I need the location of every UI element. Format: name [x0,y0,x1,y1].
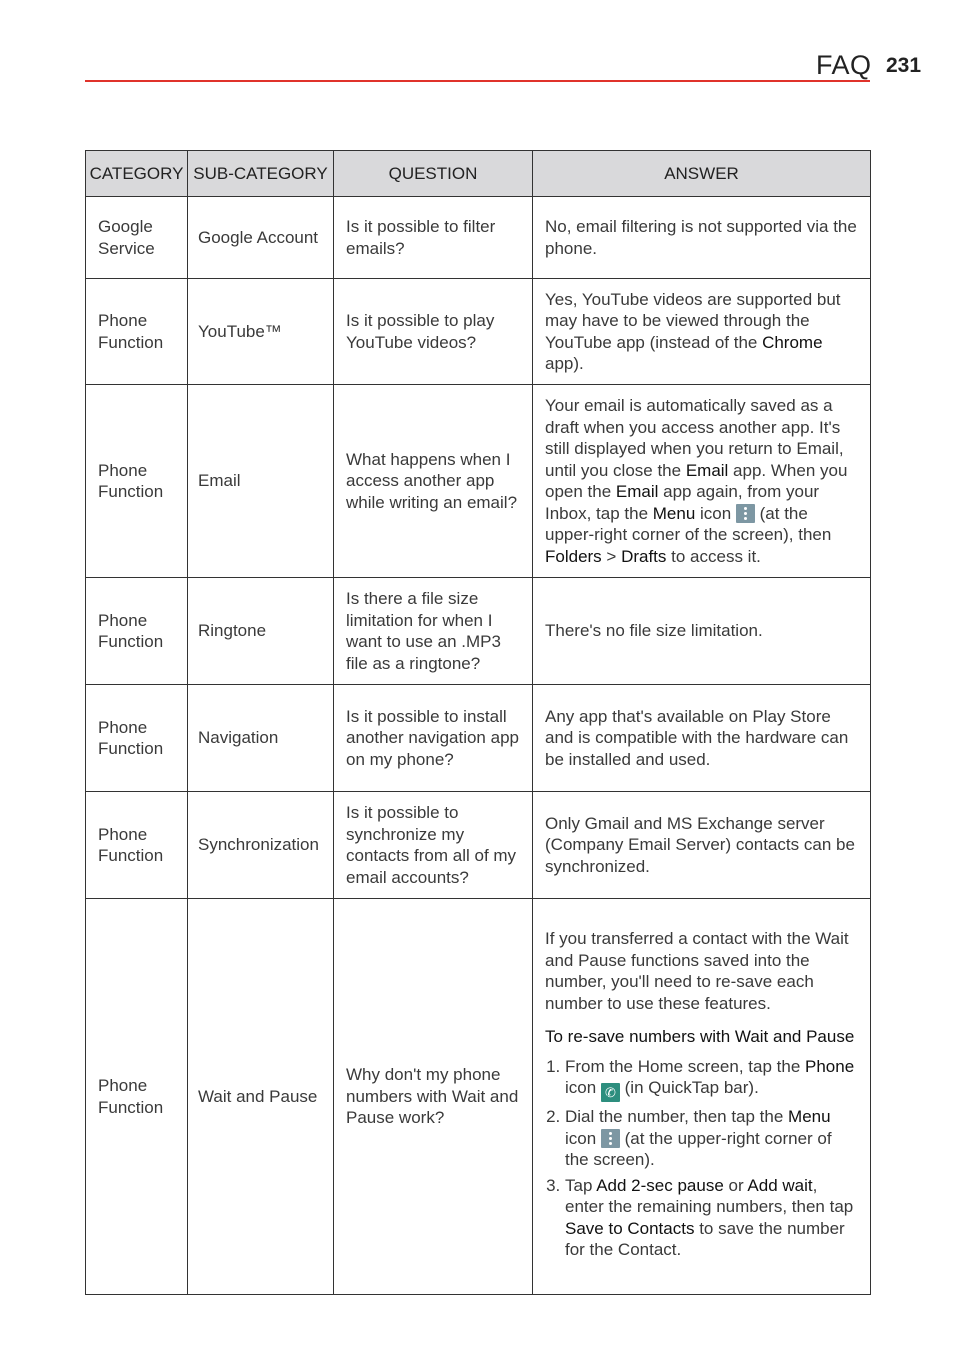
step-text: icon [565,1128,601,1148]
answer-intro: If you transferred a contact with the Wa… [545,929,849,1013]
step-item: Tap Add 2-sec pause or Add wait, enter t… [565,1175,858,1261]
add-wait-label: Add wait [747,1175,813,1195]
step-text: or [723,1175,748,1195]
question-cell: What happens when I access another app w… [333,384,533,578]
section-title: FAQ [816,50,872,80]
menu-icon [600,1128,620,1148]
table-row: Phone Function Wait and Pause Why don't … [85,898,871,1295]
step-text: Dial the number, then tap the [565,1107,789,1127]
answer-cell: If you transferred a contact with the Wa… [532,898,871,1295]
table-row: Phone Function Email What happens when I… [85,384,871,578]
question-cell: Is it possible to install another naviga… [333,684,533,792]
category-cell: Google Service [85,196,188,279]
answer-text: to access it. [666,546,761,566]
email-label: Email [685,460,729,480]
subcategory-cell: Synchronization [187,791,334,899]
category-cell: Phone Function [85,791,188,899]
table-row: Phone Function YouTube™ Is it possible t… [85,278,871,385]
answer-cell: Yes, YouTube videos are supported but ma… [532,278,871,385]
table-row: Phone Function Ringtone Is there a file … [85,577,871,685]
menu-label: Menu [652,503,696,523]
faq-table: CATEGORY SUB-CATEGORY QUESTION ANSWER Go… [85,150,871,1295]
category-cell: Phone Function [85,384,188,578]
step-text: (in QuickTap bar). [619,1078,759,1098]
column-header-subcategory: SUB-CATEGORY [187,150,334,197]
answer-cell: Any app that's available on Play Store a… [532,684,871,792]
answer-text: > [601,546,622,566]
answer-text: app). [545,354,584,373]
category-cell: Phone Function [85,898,188,1295]
subcategory-cell: Google Account [187,196,334,279]
table-row: Phone Function Navigation Is it possible… [85,684,871,792]
procedure-steps: From the Home screen, tap the Phone icon… [545,1056,858,1261]
subcategory-cell: Wait and Pause [187,898,334,1295]
save-to-contacts-label: Save to Contacts [565,1218,695,1238]
question-cell: Is there a file size limitation for when… [333,577,533,685]
answer-cell: No, email filtering is not supported via… [532,196,871,279]
phone-icon: ✆ [600,1083,620,1103]
page-number: 231 [886,54,922,77]
step-item: Dial the number, then tap the Menu icon … [565,1106,858,1171]
table-header-row: CATEGORY SUB-CATEGORY QUESTION ANSWER [85,150,871,197]
subcategory-cell: YouTube™ [187,278,334,385]
question-cell: Is it possible to play YouTube videos? [333,278,533,385]
subcategory-cell: Ringtone [187,577,334,685]
column-header-answer: ANSWER [532,150,871,197]
step-text: Tap [565,1175,597,1195]
chrome-label: Chrome [762,332,823,352]
drafts-label: Drafts [621,546,667,566]
answer-cell: There's no file size limitation. [532,577,871,685]
step-text: From the Home screen, tap the [565,1056,805,1076]
table-row: Phone Function Synchronization Is it pos… [85,791,871,899]
menu-icon [735,503,755,523]
question-cell: Is it possible to synchronize my contact… [333,791,533,899]
column-header-question: QUESTION [333,150,533,197]
email-label: Email [615,482,659,501]
menu-label: Menu [788,1107,831,1127]
phone-label: Phone [805,1056,855,1076]
step-text: icon [565,1078,601,1098]
folders-label: Folders [545,546,602,566]
answer-cell: Your email is automatically saved as a d… [532,384,871,578]
step-item: From the Home screen, tap the Phone icon… [565,1056,858,1103]
question-cell: Is it possible to filter emails? [333,196,533,279]
category-cell: Phone Function [85,577,188,685]
column-header-category: CATEGORY [85,150,188,197]
answer-text: icon [695,503,736,523]
category-cell: Phone Function [85,278,188,385]
header-rule [85,80,870,82]
subcategory-cell: Email [187,384,334,578]
add-pause-label: Add 2-sec pause [596,1175,724,1195]
procedure-heading: To re-save numbers with Wait and Pause [545,1027,855,1047]
subcategory-cell: Navigation [187,684,334,792]
question-cell: Why don't my phone numbers with Wait and… [333,898,533,1295]
answer-cell: Only Gmail and MS Exchange server (Compa… [532,791,871,899]
table-row: Google Service Google Account Is it poss… [85,196,871,279]
category-cell: Phone Function [85,684,188,792]
